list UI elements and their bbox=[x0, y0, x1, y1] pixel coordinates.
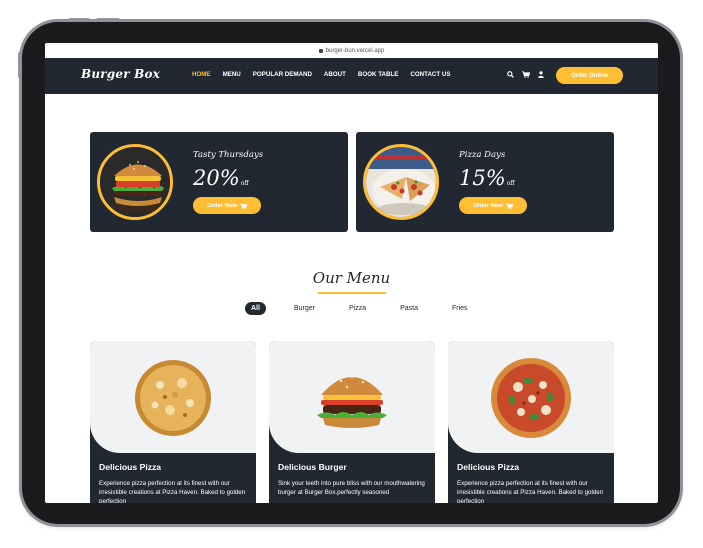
product-title: Delicious Pizza bbox=[99, 462, 162, 472]
nav-item-home[interactable]: HOME bbox=[192, 71, 211, 78]
top-navbar: Burger Box HOME MENU POPULAR DEMAND ABOU… bbox=[45, 58, 658, 94]
nav-menu: HOME MENU POPULAR DEMAND ABOUT BOOK TABL… bbox=[192, 71, 462, 78]
product-title: Delicious Pizza bbox=[457, 462, 520, 472]
cart-icon[interactable] bbox=[522, 71, 530, 78]
nav-icons bbox=[507, 71, 544, 78]
offer-card: Pizza Days 15%off Order Now bbox=[356, 132, 614, 232]
url-text: burger-bun.vercel.app bbox=[325, 47, 385, 54]
product-image-area bbox=[448, 341, 614, 453]
filter-pizza[interactable]: Pizza bbox=[343, 302, 372, 315]
pizza-image bbox=[491, 358, 571, 438]
user-icon[interactable] bbox=[538, 71, 544, 78]
pizza-image bbox=[135, 360, 211, 436]
nav-item-contact-us[interactable]: CONTACT US bbox=[410, 71, 450, 78]
product-card[interactable]: Delicious Pizza Experience pizza perfect… bbox=[448, 341, 614, 503]
filter-fries[interactable]: Fries bbox=[446, 302, 474, 315]
menu-heading: Our Menu bbox=[312, 269, 391, 287]
search-icon[interactable] bbox=[507, 71, 514, 78]
offer-title: Pizza Days bbox=[459, 150, 506, 160]
cart-icon bbox=[505, 202, 513, 209]
device-stage: burger-bun.vercel.app Burger Box HOME ME… bbox=[0, 0, 703, 548]
tablet-screen: burger-bun.vercel.app Burger Box HOME ME… bbox=[45, 43, 658, 503]
lock-icon bbox=[318, 48, 323, 53]
offer-card: Tasty Thursdays 20%off Order Now bbox=[90, 132, 348, 232]
offer-percent: 15%off bbox=[459, 166, 515, 190]
burger-offer-image bbox=[97, 144, 173, 220]
product-image-area bbox=[269, 341, 435, 453]
filter-all[interactable]: All bbox=[245, 302, 266, 315]
nav-item-about[interactable]: ABOUT bbox=[324, 71, 346, 78]
order-now-label: Order Now bbox=[207, 202, 237, 209]
offer-title: Tasty Thursdays bbox=[193, 150, 264, 160]
product-card[interactable]: Delicious Burger Sink your teeth into pu… bbox=[269, 341, 435, 503]
cart-icon bbox=[239, 202, 247, 209]
offer-percent: 20%off bbox=[193, 166, 249, 190]
product-card[interactable]: Delicious Pizza Experience pizza perfect… bbox=[90, 341, 256, 503]
offer-off-label: off bbox=[240, 180, 249, 187]
order-now-button[interactable]: Order Now bbox=[459, 197, 527, 214]
heading-underline bbox=[318, 292, 386, 294]
order-now-label: Order Now bbox=[473, 202, 503, 209]
product-description: Experience pizza perfection at its fines… bbox=[99, 480, 246, 503]
nav-item-menu[interactable]: MENU bbox=[223, 71, 241, 78]
url-bar[interactable]: burger-bun.vercel.app bbox=[45, 43, 658, 58]
filter-burger[interactable]: Burger bbox=[288, 302, 321, 315]
product-image-area bbox=[90, 341, 256, 453]
order-online-button[interactable]: Order Online bbox=[556, 67, 623, 84]
filter-pasta[interactable]: Pasta bbox=[394, 302, 424, 315]
menu-filters: All Burger Pizza Pasta Fries bbox=[245, 302, 496, 315]
product-description: Sink your teeth into pure bliss with our… bbox=[278, 480, 425, 496]
nav-item-popular-demand[interactable]: POPULAR DEMAND bbox=[253, 71, 312, 78]
offer-off-label: off bbox=[506, 180, 515, 187]
burger-image bbox=[317, 375, 387, 428]
product-description: Experience pizza perfection at its fines… bbox=[457, 480, 604, 503]
product-title: Delicious Burger bbox=[278, 462, 347, 472]
brand-logo[interactable]: Burger Box bbox=[81, 67, 160, 81]
order-now-button[interactable]: Order Now bbox=[193, 197, 261, 214]
nav-item-book-table[interactable]: BOOK TABLE bbox=[358, 71, 398, 78]
pizza-offer-image bbox=[363, 144, 439, 220]
